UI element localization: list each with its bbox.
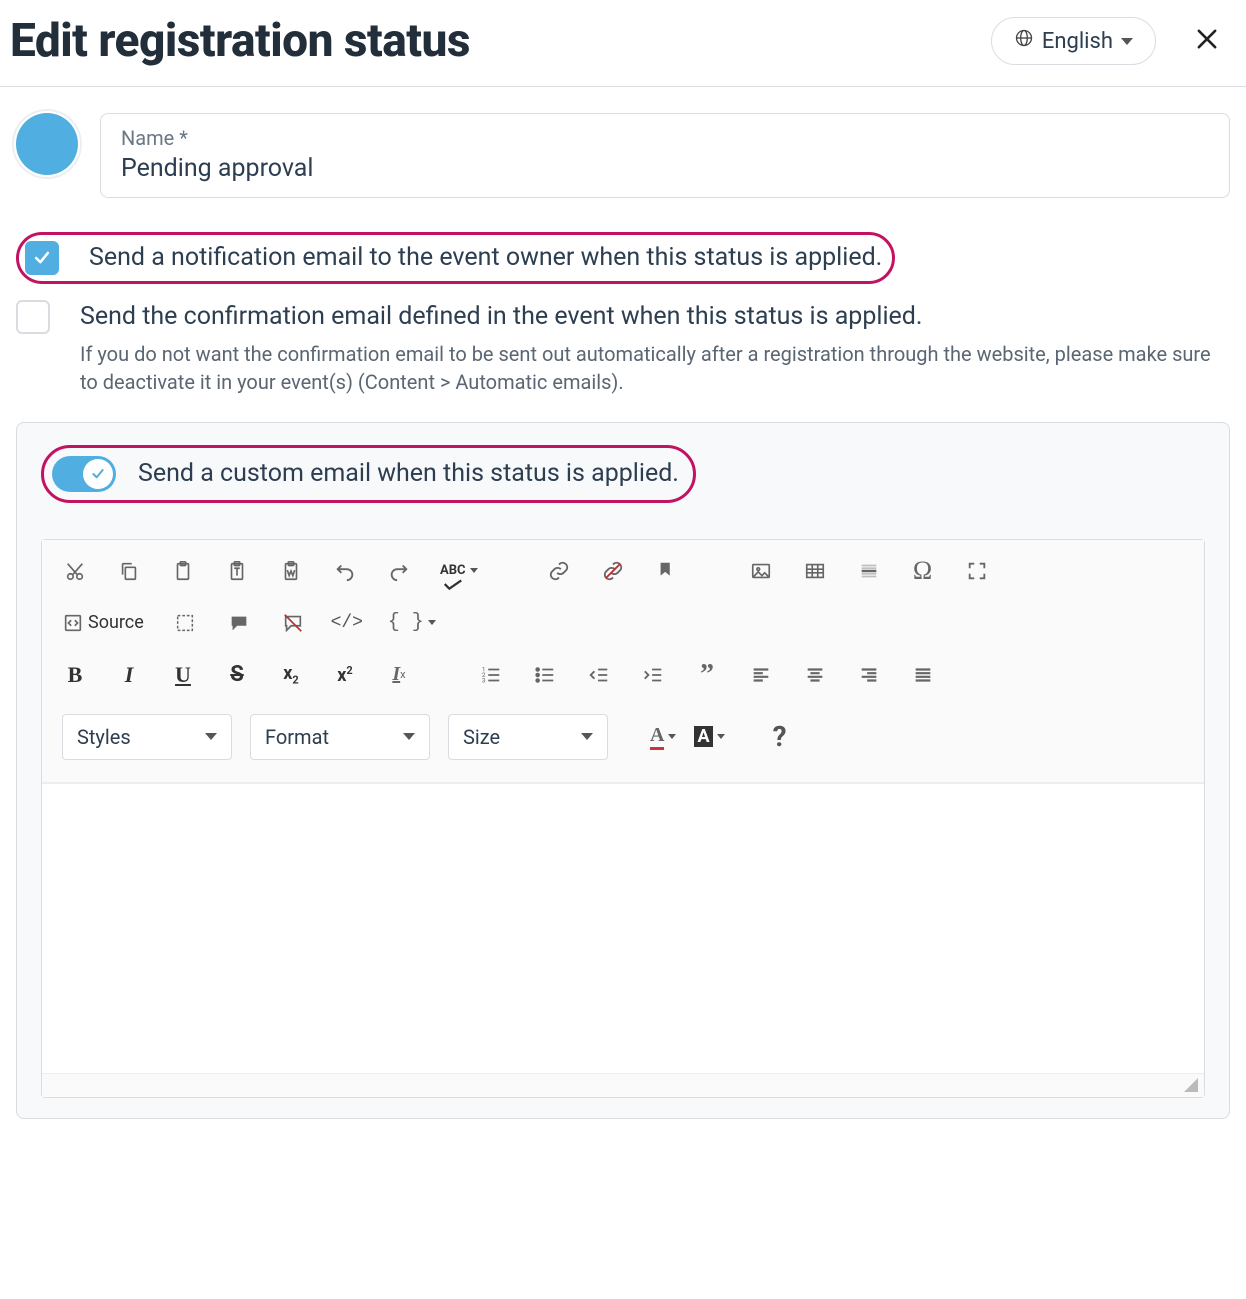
spellcheck-icon[interactable]: ABC <box>440 558 478 584</box>
superscript-button[interactable]: x2 <box>332 662 358 688</box>
custom-email-panel: Send a custom email when this status is … <box>16 422 1230 1119</box>
underline-button[interactable]: U <box>170 662 196 688</box>
image-icon[interactable] <box>748 558 774 584</box>
remove-format-button[interactable]: Ix <box>386 662 412 688</box>
bg-color-button[interactable]: A <box>694 724 724 750</box>
custom-email-label: Send a custom email when this status is … <box>138 459 679 488</box>
paste-icon[interactable] <box>170 558 196 584</box>
text-color-button[interactable]: A <box>650 724 676 750</box>
notify-owner-checkbox[interactable] <box>25 241 59 275</box>
close-icon <box>1193 25 1221 57</box>
language-label: English <box>1042 29 1113 54</box>
toggle-knob <box>83 459 113 489</box>
outdent-icon[interactable] <box>586 662 612 688</box>
align-left-icon[interactable] <box>748 662 774 688</box>
send-confirmation-checkbox[interactable] <box>16 300 50 334</box>
link-icon[interactable] <box>546 558 572 584</box>
maximize-icon[interactable] <box>964 558 990 584</box>
special-char-icon[interactable]: Ω <box>910 558 936 584</box>
name-value: Pending approval <box>121 154 1209 183</box>
svg-text:3: 3 <box>482 676 486 684</box>
indent-icon[interactable] <box>640 662 666 688</box>
subscript-button[interactable]: x2 <box>278 662 304 688</box>
name-label: Name * <box>121 126 1209 150</box>
send-confirmation-label: Send the confirmation email defined in t… <box>80 300 1230 334</box>
paste-text-icon[interactable] <box>224 558 250 584</box>
size-dropdown[interactable]: Size <box>448 714 608 760</box>
copy-icon[interactable] <box>116 558 142 584</box>
format-dropdown[interactable]: Format <box>250 714 430 760</box>
status-color-swatch[interactable] <box>16 113 78 175</box>
help-icon[interactable]: ? <box>767 724 793 750</box>
paste-word-icon[interactable] <box>278 558 304 584</box>
comment-icon[interactable] <box>226 610 252 636</box>
comment-off-icon[interactable] <box>280 610 306 636</box>
globe-icon <box>1014 28 1034 54</box>
cut-icon[interactable] <box>62 558 88 584</box>
undo-icon[interactable] <box>332 558 358 584</box>
align-justify-icon[interactable] <box>910 662 936 688</box>
table-icon[interactable] <box>802 558 828 584</box>
align-right-icon[interactable] <box>856 662 882 688</box>
highlight-custom-email: Send a custom email when this status is … <box>41 445 696 503</box>
chevron-down-icon <box>1121 38 1133 45</box>
align-center-icon[interactable] <box>802 662 828 688</box>
bold-button[interactable]: B <box>62 662 88 688</box>
source-label: Source <box>88 612 144 633</box>
anchor-icon[interactable] <box>654 558 680 584</box>
blockquote-icon[interactable]: ” <box>694 662 720 688</box>
placeholder-button[interactable]: { } <box>388 610 436 636</box>
resize-grip-icon[interactable] <box>1184 1078 1198 1092</box>
redo-icon[interactable] <box>386 558 412 584</box>
page-title: Edit registration status <box>10 14 991 68</box>
rich-text-editor: ABC Ω Source <box>41 539 1205 1098</box>
italic-button[interactable]: I <box>116 662 142 688</box>
ordered-list-icon[interactable]: 123 <box>478 662 504 688</box>
editor-content-area[interactable] <box>42 783 1204 1073</box>
unlink-icon[interactable] <box>600 558 626 584</box>
editor-toolbar: ABC Ω Source <box>42 540 1204 783</box>
unordered-list-icon[interactable] <box>532 662 558 688</box>
editor-status-bar <box>42 1073 1204 1097</box>
name-field[interactable]: Name * Pending approval <box>100 113 1230 198</box>
source-button[interactable]: Source <box>62 610 144 636</box>
close-button[interactable] <box>1184 18 1230 64</box>
notify-owner-label: Send a notification email to the event o… <box>89 241 882 275</box>
horizontal-rule-icon[interactable] <box>856 558 882 584</box>
language-selector[interactable]: English <box>991 17 1156 65</box>
custom-email-toggle[interactable] <box>52 456 116 492</box>
send-confirmation-hint: If you do not want the confirmation emai… <box>80 340 1230 396</box>
highlight-notify-owner: Send a notification email to the event o… <box>16 232 895 284</box>
code-icon[interactable]: </> <box>334 610 360 636</box>
dialog-header: Edit registration status English <box>0 0 1246 87</box>
styles-dropdown[interactable]: Styles <box>62 714 232 760</box>
select-all-icon[interactable] <box>172 610 198 636</box>
strike-button[interactable]: S <box>224 662 250 688</box>
